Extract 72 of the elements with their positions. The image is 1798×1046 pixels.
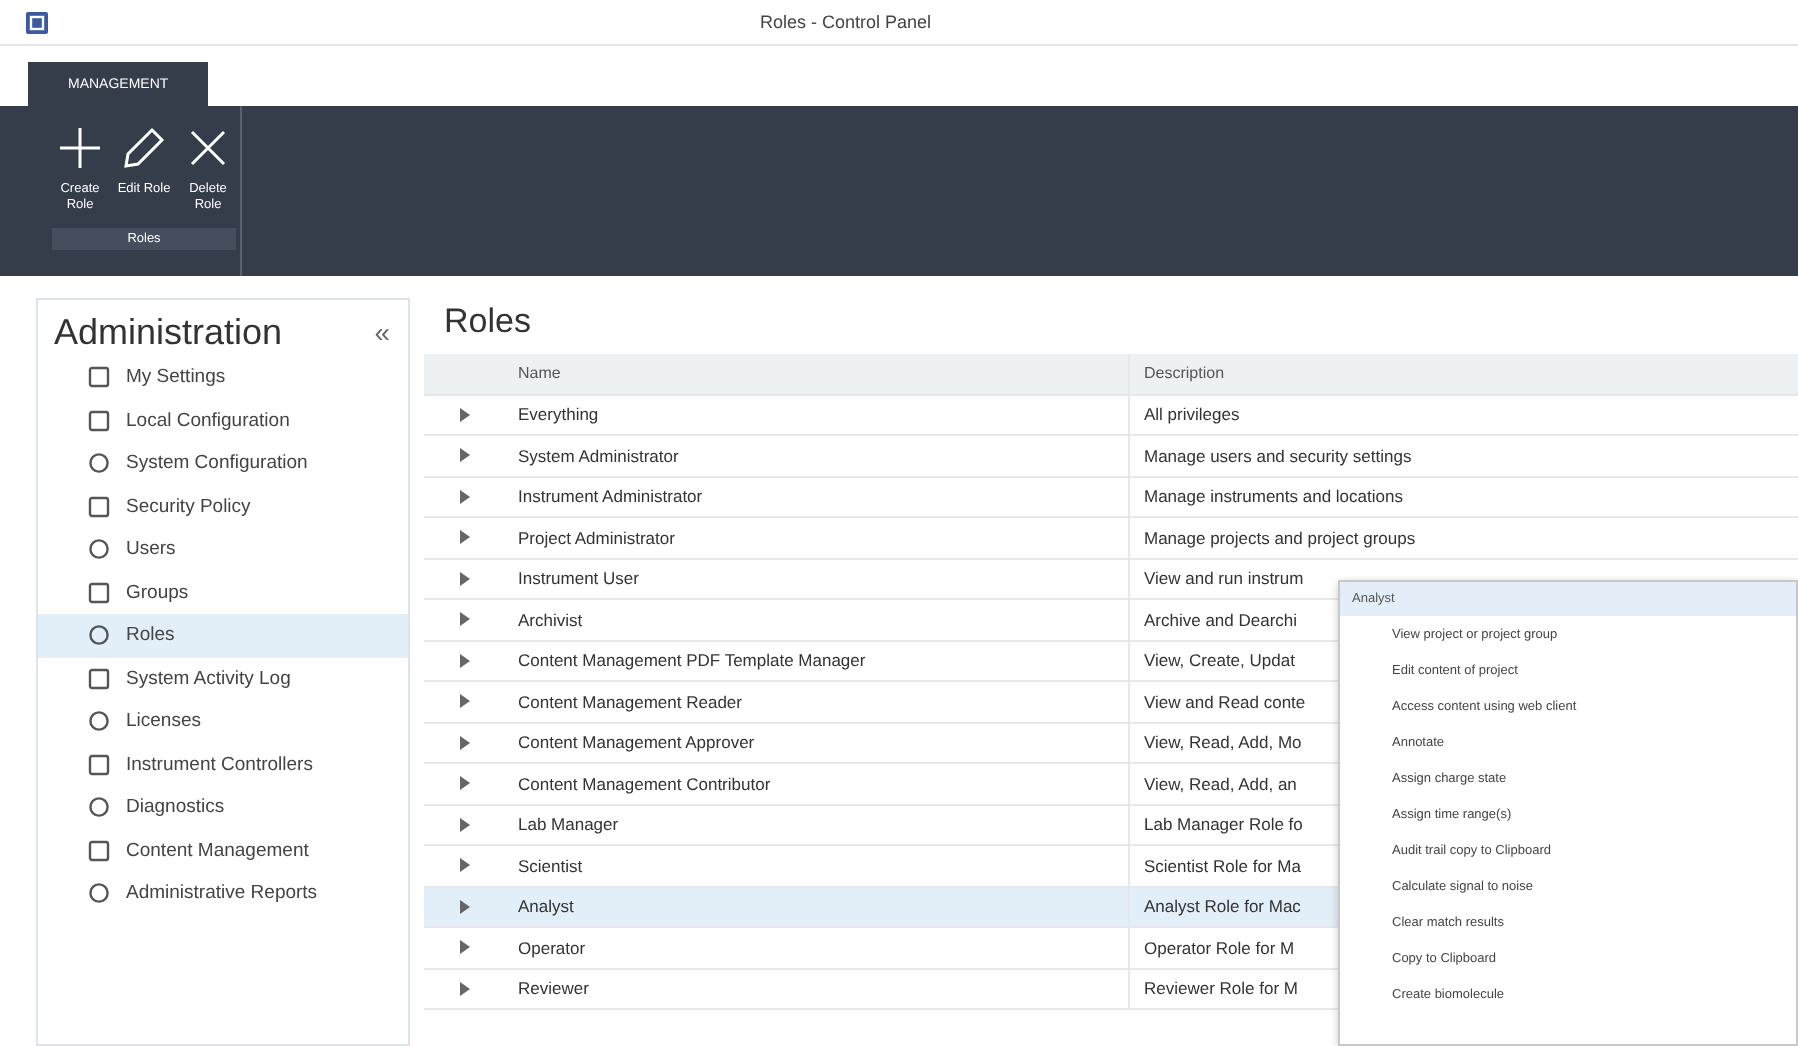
sidebar-item[interactable]: My Settings [38, 356, 408, 399]
column-header[interactable]: Name [504, 354, 1130, 393]
sidebar-item[interactable]: System Configuration [38, 442, 408, 485]
expand-icon[interactable] [459, 776, 469, 791]
sidebar-item[interactable]: Content Management [38, 829, 408, 872]
table-cell: Scientist [518, 855, 583, 876]
table-row[interactable]: Project Administrator Manage projects and project groups [424, 518, 1798, 559]
table-row[interactable]: System Administrator Manage users and security settings [424, 436, 1798, 477]
table-cell: Lab Manager [518, 814, 619, 835]
table-cell: Scientist Role for Ma [1144, 855, 1301, 876]
table-cell: Archive and Dearchi [1144, 609, 1298, 630]
expand-icon[interactable] [459, 530, 469, 545]
expand-icon[interactable] [459, 407, 469, 422]
table-cell: All privileges [1144, 404, 1240, 425]
close-icon [186, 126, 230, 170]
sidebar-item[interactable]: Local Configuration [38, 399, 408, 442]
expand-icon[interactable] [459, 571, 469, 586]
table-cell: Instrument Administrator [518, 486, 703, 507]
table-cell: Manage users and security settings [1144, 445, 1412, 466]
table-cell: View, Create, Updat [1144, 650, 1295, 671]
table-cell: View and run instrum [1144, 568, 1304, 589]
table-cell: View, Read, Add, Mo [1144, 732, 1302, 753]
table-cell: System Administrator [518, 445, 679, 466]
table-row[interactable]: Instrument Administrator Manage instruments and locations [424, 477, 1798, 518]
expand-icon[interactable] [459, 817, 469, 832]
table-cell: Content Management Contributor [518, 773, 771, 794]
table-cell: View and Read conte [1144, 691, 1306, 712]
expand-icon[interactable] [459, 940, 469, 955]
table-cell: Operator [518, 937, 586, 958]
expand-icon[interactable] [459, 899, 469, 914]
sidebar-item[interactable]: Users [38, 528, 408, 571]
expand-icon[interactable] [459, 489, 469, 504]
table-cell: Instrument User [518, 568, 639, 589]
sidebar-item[interactable]: Diagnostics [38, 786, 408, 829]
app-icon [26, 11, 48, 33]
collapse-button[interactable]: « [368, 316, 396, 348]
expand-icon[interactable] [459, 694, 469, 709]
sidebar-item[interactable]: Roles [38, 614, 408, 657]
expand-icon[interactable] [459, 448, 469, 463]
table-cell: Content Management PDF Template Manager [518, 650, 866, 671]
table-cell: Reviewer Role for M [1144, 978, 1298, 999]
column-header[interactable]: Description [1130, 354, 1798, 393]
table-cell: Content Management Reader [518, 691, 742, 712]
pencil-icon [122, 126, 166, 170]
table-cell: Reviewer [518, 978, 589, 999]
sidebar-title: Administration [54, 311, 283, 353]
expand-icon[interactable] [459, 981, 469, 996]
expand-icon[interactable] [459, 735, 469, 750]
table-cell: Analyst [518, 896, 574, 917]
table-cell: Project Administrator [518, 527, 675, 548]
expand-icon[interactable] [459, 612, 469, 627]
expand-icon[interactable] [459, 858, 469, 873]
sidebar-item[interactable]: Instrument Controllers [38, 743, 408, 786]
table-cell: Archivist [518, 609, 583, 630]
window-title: Roles - Control Panel [760, 12, 932, 32]
table-cell: Everything [518, 404, 599, 425]
table-cell: Lab Manager Role fo [1144, 814, 1303, 835]
table-cell: View, Read, Add, an [1144, 773, 1297, 794]
sidebar-item[interactable]: Administrative Reports [38, 872, 408, 915]
sidebar-item[interactable]: Licenses [38, 700, 408, 743]
table-cell: Manage projects and project groups [1144, 527, 1416, 548]
plus-icon [58, 126, 102, 170]
table-cell: Content Management Approver [518, 732, 755, 753]
table-cell: Analyst Role for Mac [1144, 896, 1301, 917]
table-cell: Manage instruments and locations [1144, 486, 1403, 507]
sidebar-item[interactable]: System Activity Log [38, 657, 408, 700]
sidebar-item[interactable]: Security Policy [38, 485, 408, 528]
sidebar-item[interactable]: Groups [38, 571, 408, 614]
page-title: Roles [442, 300, 533, 344]
table-cell: Operator Role for M [1144, 937, 1295, 958]
table-row[interactable]: Everything All privileges [424, 395, 1798, 436]
expand-icon[interactable] [459, 653, 469, 668]
